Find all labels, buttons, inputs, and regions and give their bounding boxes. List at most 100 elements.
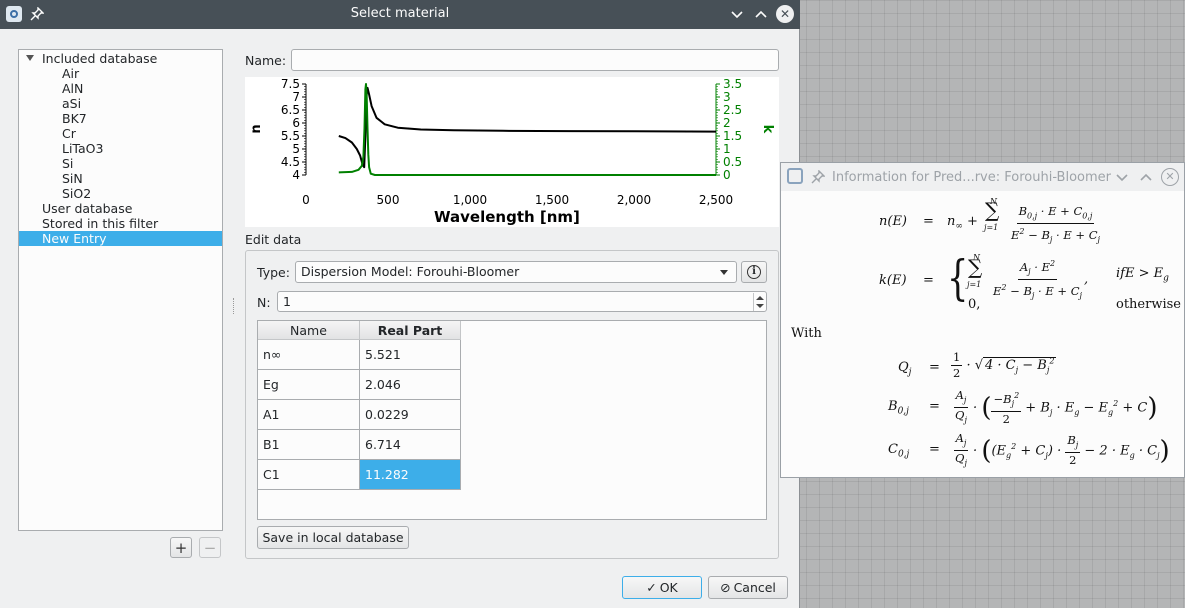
tree-item-label: LiTaO3 [62,141,104,156]
column-header-real-part[interactable]: Real Part [360,321,461,340]
tree-item[interactable]: LiTaO3 [19,141,222,156]
close-icon[interactable]: ✕ [1161,168,1179,186]
minimize-icon[interactable] [1115,170,1129,187]
close-button[interactable]: ✕ [776,5,794,23]
formula-c0-rhs: Aj Qj · ((Eg2 + Cj) · Bj 2 − 2 · Eg · Cj) [953,431,1170,468]
x-tick-label: 0 [302,193,310,207]
chart-svg: 44.555.566.577.500.511.522.533.50 500 1,00… [249,77,775,226]
formula-k-frac: Aj · E2 E2 − Bj · E + Cj, [993,259,1089,301]
formula-k-lhs: k(E) [879,273,907,288]
y-left-tick-label: 4 [292,168,300,182]
pin-icon[interactable] [811,169,826,187]
remove-button[interactable]: − [199,537,221,558]
tree-item-label: Cr [62,126,76,141]
sum-upper: N [973,253,980,262]
save-local-database-button[interactable]: Save in local database [257,526,409,549]
parameter-table: Name Real Part n∞ 5.521 Eg 2.046 A1 0.02… [257,320,767,520]
y-right-tick-label: 1 [723,142,731,156]
table-cell-value[interactable]: 6.714 [360,430,461,460]
app-icon[interactable] [787,168,803,184]
tree-item-label: BK7 [62,111,87,126]
y-right-tick-label: 3 [723,90,731,104]
n-spinbox[interactable]: 1 [277,291,767,312]
name-label: Name: [245,53,287,68]
formula-eq: = [929,399,940,414]
tree-item-stored-in-filter[interactable]: Stored in this filter [19,216,222,231]
spin-buttons[interactable] [753,293,765,311]
ok-button[interactable]: ✓ OK [622,576,702,599]
tree-group-included-database[interactable]: Included database [19,51,222,66]
chevron-down-icon [720,270,728,275]
formula-view: n(E) = n∞ + ∑ N j=1 B0,j · E + C0,j E2 − … [781,191,1184,477]
tree-item[interactable]: Si [19,156,222,171]
tree-item[interactable]: SiN [19,171,222,186]
formula-condition: ifE > Eg [1116,266,1169,284]
tree-item-label: SiO2 [62,186,92,201]
tree-item[interactable]: aSi [19,96,222,111]
type-combobox[interactable]: Dispersion Model: Forouhi-Bloomer [295,261,737,283]
x-tick-label: 1,500 [535,193,569,207]
table-cell-name[interactable]: A1 [258,400,360,430]
spin-down-icon[interactable] [756,304,764,308]
x-tick-label: 500 [377,193,400,207]
series-n-line [338,86,717,169]
table-cell-name[interactable]: n∞ [258,340,360,370]
y-left-axis-label: n [249,124,264,133]
table-cell-value[interactable]: 0.0229 [360,400,461,430]
tree-item[interactable]: Air [19,66,222,81]
maximize-icon[interactable] [752,5,770,23]
y-left-tick-label: 4.5 [281,155,300,169]
sum-lower: j=1 [984,223,999,232]
formula-n-lhs: n(E) [879,214,908,229]
tree-item-label: AlN [62,81,84,96]
table-cell-value[interactable]: 2.046 [360,370,461,400]
material-tree[interactable]: Included database Air AlN aSi BK7 Cr LiT… [18,49,223,531]
splitter-handle[interactable] [233,298,235,314]
maximize-icon[interactable] [1139,170,1153,187]
n-label: N: [257,295,271,310]
dispersion-chart: 4 4.5 5 5.5 6 6.5 7 7.5 0 0.5 1 1.5 2 2.5 3 3.5 0 500 1,00… [245,77,779,227]
table-cell-name[interactable]: Eg [258,370,360,400]
tree-item-user-database[interactable]: User database [19,201,222,216]
y-left-tick-label: 7 [292,90,300,104]
x-axis-label: Wavelength [nm] [434,208,580,226]
sum-lower: j=1 [967,280,982,289]
info-button[interactable]: i [741,261,767,283]
condition-text: ifE > E [1116,266,1164,281]
dialog-titlebar: Select material ✕ [0,0,800,29]
table-cell-value-selected[interactable]: 11.282 [360,460,461,490]
table-cell-name[interactable]: C1 [258,460,360,490]
with-label: With [791,326,822,341]
column-header-name[interactable]: Name [258,321,360,340]
formula-zero: 0, [968,297,981,312]
info-icon: i [747,265,761,279]
check-icon: ✓ [646,580,657,595]
y-left-tick-label: 6 [292,116,300,130]
add-button[interactable]: + [170,537,192,558]
tree-item[interactable]: SiO2 [19,186,222,201]
tree-item-label: Air [62,66,80,81]
table-cell-name[interactable]: B1 [258,430,360,460]
type-combobox-value: Dispersion Model: Forouhi-Bloomer [301,264,520,279]
tree-item-new-entry[interactable]: New Entry [19,231,222,246]
cancel-button[interactable]: ⊘ Cancel [708,576,788,599]
edit-data-label: Edit data [245,232,302,247]
tree-item-label: Stored in this filter [42,216,159,231]
tree-item[interactable]: Cr [19,126,222,141]
formula-b0-lhs: B0,j [888,399,909,417]
x-tick-label: 2,000 [617,193,651,207]
series-k-line [338,83,716,176]
tree-item[interactable]: BK7 [19,111,222,126]
minimize-icon[interactable] [728,5,746,23]
chevron-down-icon[interactable] [26,55,34,61]
info-window-title: Information for Pred...rve: Forouhi-Bloo… [832,170,1111,185]
name-input[interactable] [291,49,779,71]
x-tick-label: 1,000 [453,193,487,207]
y-left-tick-label: 5 [292,142,300,156]
dialog-title: Select material [350,6,450,21]
y-right-tick-label: 1.5 [723,129,742,143]
tree-item[interactable]: AlN [19,81,222,96]
table-cell-value[interactable]: 5.521 [360,340,461,370]
spin-up-icon[interactable] [756,296,764,300]
formula-q-lhs: Qj [898,360,912,378]
